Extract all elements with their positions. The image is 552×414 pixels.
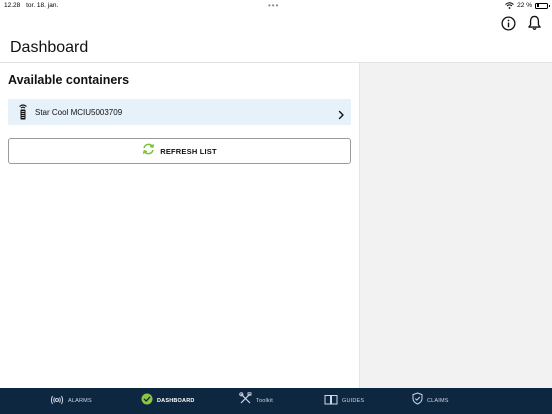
shield-check-icon — [412, 392, 423, 410]
multitask-dots[interactable]: ••• — [268, 1, 279, 10]
app-header: Dashboard — [0, 12, 552, 63]
wifi-icon — [505, 2, 515, 9]
status-clock: 12.28 — [4, 2, 21, 9]
battery-percent: 22 % — [517, 2, 532, 9]
status-indicators: 22 % — [505, 2, 550, 9]
battery-icon — [535, 2, 550, 9]
alarm-signal-icon — [50, 392, 64, 410]
container-signal-icon — [16, 103, 30, 121]
container-name: Star Cool MCIU5003709 — [35, 107, 123, 117]
tab-claims-label: CLAIMS — [427, 398, 449, 404]
tab-guides-label: GUIDES — [342, 398, 365, 404]
status-date: tor. 18. jan. — [26, 2, 59, 9]
chevron-right-icon — [337, 107, 345, 120]
section-title: Available containers — [8, 73, 130, 87]
tab-dashboard-label: DASHBOARD — [157, 398, 195, 404]
bottom-tab-bar: ALARMS DASHBOARD Toolkit GUIDES CLAIMS — [0, 388, 552, 414]
battery-level — [536, 4, 539, 7]
tools-icon — [239, 392, 252, 410]
refresh-list-button[interactable]: REFRESH LIST — [8, 138, 351, 164]
container-list-item[interactable]: Star Cool MCIU5003709 — [8, 99, 351, 125]
status-time: 12.28 tor. 18. jan. — [4, 2, 58, 9]
info-icon[interactable] — [500, 15, 516, 31]
refresh-icon — [142, 142, 155, 160]
tab-claims[interactable]: CLAIMS — [412, 388, 449, 414]
tab-alarms[interactable]: ALARMS — [50, 388, 92, 414]
tab-dashboard[interactable]: DASHBOARD — [141, 388, 195, 414]
book-icon — [324, 392, 338, 410]
tab-guides[interactable]: GUIDES — [324, 388, 364, 414]
tab-toolkit[interactable]: Toolkit — [239, 388, 273, 414]
bell-icon[interactable] — [526, 15, 542, 31]
header-actions — [500, 15, 542, 31]
page-title: Dashboard — [10, 39, 89, 56]
status-bar: 12.28 tor. 18. jan. ••• 22 % — [0, 0, 552, 12]
tab-alarms-label: ALARMS — [68, 398, 92, 404]
detail-panel — [359, 63, 552, 388]
tab-toolkit-label: Toolkit — [256, 398, 273, 404]
refresh-list-label: REFRESH LIST — [160, 146, 217, 156]
dashboard-check-icon — [141, 392, 153, 410]
